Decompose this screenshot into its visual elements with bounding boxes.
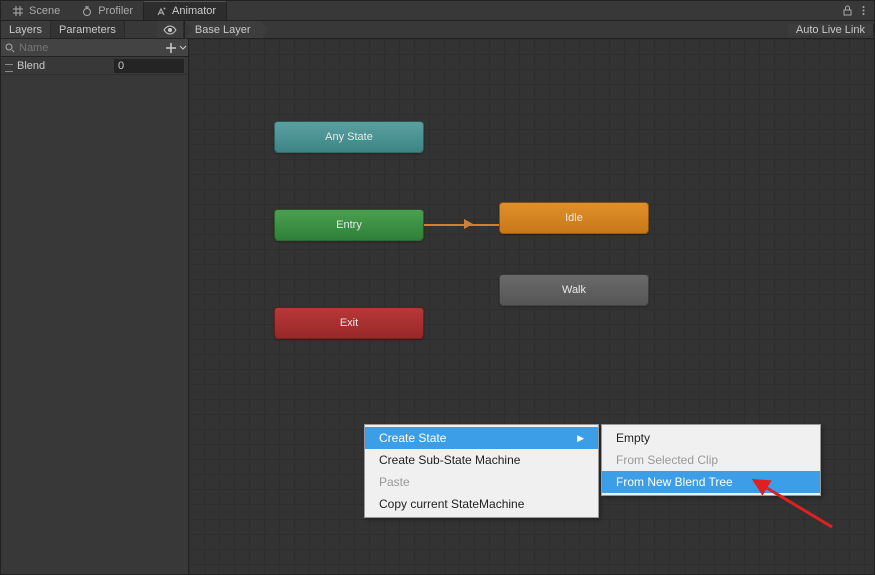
menu-create-sub-state[interactable]: Create Sub-State Machine <box>365 449 598 471</box>
layers-button[interactable]: Layers <box>1 21 51 38</box>
menu-label: Create Sub-State Machine <box>379 453 520 467</box>
grid-icon <box>11 4 25 18</box>
submenu-from-new-blend-tree[interactable]: From New Blend Tree <box>602 471 820 493</box>
stopwatch-icon <box>80 4 94 18</box>
tab-label: Scene <box>29 5 60 17</box>
visibility-toggle[interactable] <box>157 21 184 38</box>
button-label: Auto Live Link <box>796 24 865 36</box>
button-label: Parameters <box>59 24 116 36</box>
menu-icon[interactable] <box>856 4 870 18</box>
tab-label: Animator <box>172 5 216 17</box>
add-parameter-button[interactable] <box>165 40 177 56</box>
eye-icon <box>163 23 177 37</box>
menu-label: Create State <box>379 431 446 445</box>
node-label: Walk <box>562 284 586 296</box>
node-entry[interactable]: Entry <box>274 209 424 241</box>
lock-icon[interactable] <box>840 4 854 18</box>
parameter-search-row <box>1 39 188 57</box>
menu-label: Empty <box>616 431 650 445</box>
node-label: Entry <box>336 219 362 231</box>
parameter-value-input[interactable] <box>114 59 184 73</box>
editor-tab-bar: Scene Profiler Animator <box>1 1 874 21</box>
node-label: Idle <box>565 212 583 224</box>
tab-label: Profiler <box>98 5 133 17</box>
animator-toolbar: Layers Parameters Base Layer Auto Live L… <box>1 21 874 39</box>
context-submenu: Empty From Selected Clip From New Blend … <box>601 424 821 496</box>
node-exit[interactable]: Exit <box>274 307 424 339</box>
node-any-state[interactable]: Any State <box>274 121 424 153</box>
animator-graph-canvas[interactable]: Any State Entry Idle Walk Exit Create St… <box>189 39 874 574</box>
submenu-from-selected-clip[interactable]: From Selected Clip <box>602 449 820 471</box>
menu-label: From New Blend Tree <box>616 475 733 489</box>
tab-profiler[interactable]: Profiler <box>70 1 143 20</box>
breadcrumb-label: Base Layer <box>195 24 251 36</box>
menu-label: Paste <box>379 475 410 489</box>
animator-icon <box>154 4 168 18</box>
node-idle[interactable]: Idle <box>499 202 649 234</box>
tab-scene[interactable]: Scene <box>1 1 70 20</box>
tab-animator[interactable]: Animator <box>143 1 227 20</box>
node-label: Any State <box>325 131 373 143</box>
dropdown-icon[interactable] <box>179 41 187 55</box>
button-label: Layers <box>9 24 42 36</box>
menu-label: From Selected Clip <box>616 453 718 467</box>
menu-label: Copy current StateMachine <box>379 497 524 511</box>
menu-paste[interactable]: Paste <box>365 471 598 493</box>
arrow-head-icon <box>464 219 473 229</box>
context-menu: Create State ▶ Create Sub-State Machine … <box>364 424 599 518</box>
menu-create-state[interactable]: Create State ▶ <box>365 427 598 449</box>
parameter-search-input[interactable] <box>15 42 165 54</box>
node-walk[interactable]: Walk <box>499 274 649 306</box>
parameter-name: Blend <box>5 60 114 72</box>
node-label: Exit <box>340 317 358 329</box>
menu-copy-state-machine[interactable]: Copy current StateMachine <box>365 493 598 515</box>
chevron-right-icon: ▶ <box>577 433 584 444</box>
submenu-empty[interactable]: Empty <box>602 427 820 449</box>
parameters-button[interactable]: Parameters <box>51 21 125 38</box>
parameter-row[interactable]: Blend <box>1 57 188 75</box>
parameters-panel: Blend <box>1 39 189 574</box>
auto-live-link-button[interactable]: Auto Live Link <box>788 24 874 36</box>
breadcrumb-base-layer[interactable]: Base Layer <box>184 21 261 38</box>
transition-entry-idle[interactable] <box>424 224 499 226</box>
search-icon <box>5 41 15 55</box>
